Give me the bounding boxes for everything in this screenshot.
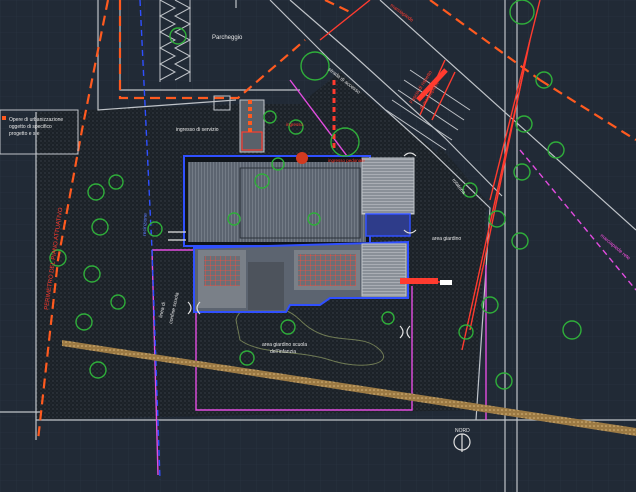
legend-text-3: progetto e s e xyxy=(9,131,40,137)
label-area-giardino-sud-1: area giardino scuola xyxy=(262,342,307,348)
label-parcheggio: Parcheggio xyxy=(212,35,243,41)
label-area-giardino-sud-2: dell'infanzia xyxy=(270,349,296,355)
label-nord: NORD xyxy=(455,428,470,434)
label-red-note-2: ingresso pedonale xyxy=(328,158,365,163)
legend-text-2: oggetto di specifico xyxy=(9,124,52,130)
site-plan-drawing: Opere di urbanizzazione oggetto di speci… xyxy=(0,0,636,492)
label-ingresso-servizio: ingresso di servizio xyxy=(176,127,219,133)
label-area-giardino-est: area giardino xyxy=(432,236,461,242)
label-blue-left: recinzione xyxy=(142,213,149,236)
cad-drawing-canvas[interactable]: Opere di urbanizzazione oggetto di speci… xyxy=(0,0,636,492)
legend-swatch xyxy=(2,116,6,120)
legend-text-1: Opere di urbanizzazione xyxy=(9,117,63,123)
label-red-note-1: ingresso xyxy=(286,122,304,127)
